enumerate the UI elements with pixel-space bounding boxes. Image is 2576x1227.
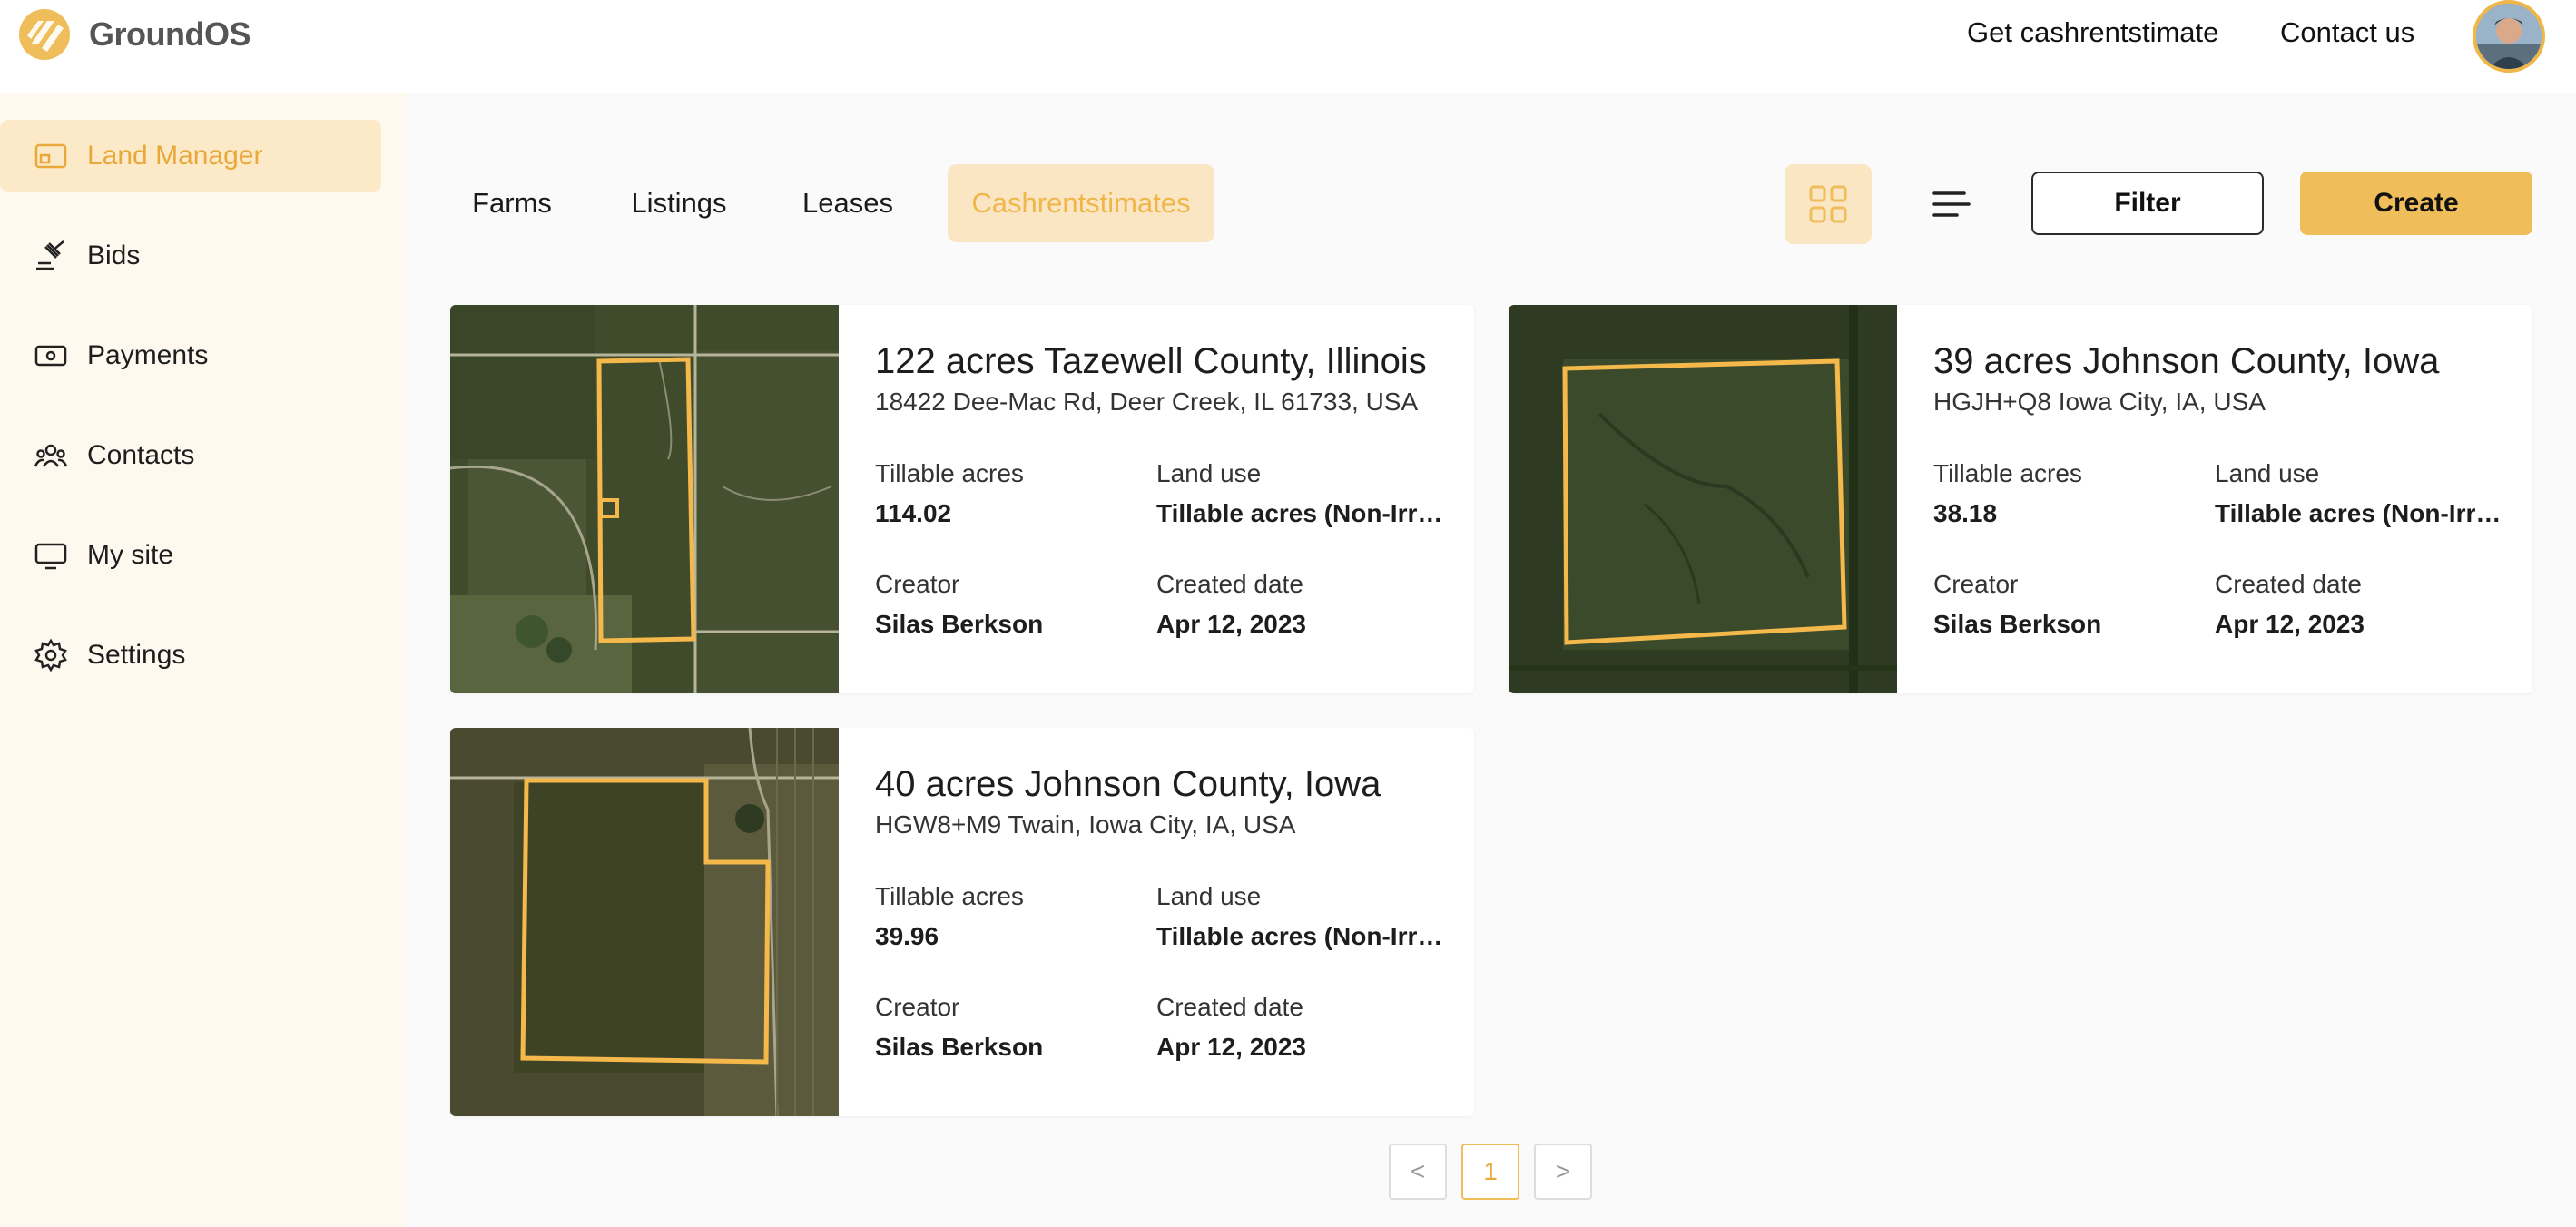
card-address: HGW8+M9 Twain, Iowa City, IA, USA (875, 810, 1296, 839)
cashrentstimate-card[interactable]: 122 acres Tazewell County, Illinois 1842… (450, 305, 1474, 693)
field-value: 39.96 (875, 922, 939, 950)
tillable-acres-field: Tillable acres 39.96 (875, 882, 1165, 951)
field-label: Land use (1156, 459, 1262, 487)
field-value: Apr 12, 2023 (2215, 610, 2365, 638)
land-use-field: Land use Tillable acres (Non-Irrigated) (2215, 459, 2505, 528)
field-label: Created date (1156, 570, 1303, 598)
brand-logo[interactable]: GroundOS (18, 7, 251, 62)
card-title[interactable]: 40 acres Johnson County, Iowa (875, 764, 1456, 805)
field-satellite-image (450, 305, 839, 693)
sidebar-item-land-manager[interactable]: Land Manager (0, 120, 381, 192)
sidebar-item-label: Bids (87, 240, 141, 270)
sidebar-item-label: Contacts (87, 440, 195, 470)
logo-icon (19, 9, 70, 60)
create-button[interactable]: Create (2300, 172, 2532, 235)
pagination-page-1[interactable]: 1 (1461, 1144, 1519, 1200)
field-value: Silas Berkson (1933, 610, 2102, 638)
brand-name: GroundOS (89, 15, 251, 53)
grid-icon (1809, 185, 1847, 223)
sidebar-item-label: Settings (87, 640, 186, 670)
field-value: Apr 12, 2023 (1156, 610, 1306, 638)
land-icon (34, 143, 67, 169)
field-satellite-image (1509, 305, 1897, 693)
field-value: 114.02 (875, 499, 952, 527)
tillable-acres-field: Tillable acres 38.18 (1933, 459, 2224, 528)
field-value: Apr 12, 2023 (1156, 1033, 1306, 1061)
field-satellite-image (450, 728, 839, 1116)
field-label: Created date (2215, 570, 2362, 598)
gavel-icon (36, 240, 64, 270)
field-value: Tillable acres (Non-Irrigated) (1156, 922, 1447, 950)
card-title[interactable]: 39 acres Johnson County, Iowa (1933, 341, 2514, 382)
created-date-field: Created date Apr 12, 2023 (1156, 570, 1447, 639)
field-label: Creator (875, 570, 960, 598)
gear-icon (34, 638, 67, 672)
sidebar-item-settings[interactable]: Settings (0, 619, 381, 692)
top-header: GroundOS Get cashrentstimate Contact us (0, 0, 2576, 93)
land-use-field: Land use Tillable acres (Non-Irrigated) (1156, 882, 1447, 951)
pagination-prev-button[interactable]: < (1389, 1144, 1447, 1200)
cashrentstimate-card[interactable]: 39 acres Johnson County, Iowa HGJH+Q8 Io… (1509, 305, 2532, 693)
creator-field: Creator Silas Berkson (875, 570, 1165, 639)
field-label: Creator (875, 993, 960, 1021)
field-value: Tillable acres (Non-Irrigated) (1156, 499, 1447, 527)
sidebar: Land Manager Bids Payments Contacts My s… (0, 93, 406, 1227)
field-value: Silas Berkson (875, 1033, 1044, 1061)
field-value: 38.18 (1933, 499, 1998, 527)
field-label: Created date (1156, 993, 1303, 1021)
tab-cashrentstimates[interactable]: Cashrentstimates (948, 164, 1214, 242)
monitor-icon (34, 543, 67, 570)
card-address: 18422 Dee-Mac Rd, Deer Creek, IL 61733, … (875, 388, 1419, 416)
field-value: Tillable acres (Non-Irrigated) (2215, 499, 2505, 527)
get-cashrentstimate-link[interactable]: Get cashrentstimate (1967, 16, 2218, 49)
creator-field: Creator Silas Berkson (875, 993, 1165, 1062)
sidebar-item-label: My site (87, 540, 174, 570)
sidebar-item-label: Land Manager (87, 141, 263, 171)
created-date-field: Created date Apr 12, 2023 (1156, 993, 1447, 1062)
user-avatar[interactable] (2473, 0, 2545, 73)
field-label: Land use (1156, 882, 1262, 910)
tab-farms[interactable]: Farms (454, 164, 570, 242)
creator-field: Creator Silas Berkson (1933, 570, 2224, 639)
card-address: HGJH+Q8 Iowa City, IA, USA (1933, 388, 2266, 416)
field-label: Tillable acres (875, 882, 1024, 910)
list-view-button[interactable] (1908, 164, 1995, 244)
sidebar-item-bids[interactable]: Bids (0, 220, 381, 292)
sidebar-item-contacts[interactable]: Contacts (0, 419, 381, 492)
grid-view-button[interactable] (1785, 164, 1872, 244)
tab-listings[interactable]: Listings (614, 164, 744, 242)
filter-button[interactable]: Filter (2031, 172, 2264, 235)
field-label: Tillable acres (1933, 459, 2082, 487)
avatar-photo (2476, 4, 2542, 69)
field-label: Land use (2215, 459, 2320, 487)
tillable-acres-field: Tillable acres 114.02 (875, 459, 1165, 528)
land-use-field: Land use Tillable acres (Non-Irrigated) (1156, 459, 1447, 528)
sidebar-item-my-site[interactable]: My site (0, 519, 381, 592)
sidebar-item-payments[interactable]: Payments (0, 319, 381, 392)
field-label: Creator (1933, 570, 2019, 598)
cashrentstimate-card[interactable]: 40 acres Johnson County, Iowa HGW8+M9 Tw… (450, 728, 1474, 1116)
field-label: Tillable acres (875, 459, 1024, 487)
list-icon (1932, 191, 1971, 217)
created-date-field: Created date Apr 12, 2023 (2215, 570, 2505, 639)
pagination-next-button[interactable]: > (1534, 1144, 1592, 1200)
money-icon (34, 345, 67, 367)
contact-us-link[interactable]: Contact us (2280, 16, 2414, 49)
people-icon (34, 444, 68, 467)
tab-leases[interactable]: Leases (790, 164, 906, 242)
sidebar-item-label: Payments (87, 340, 209, 370)
field-value: Silas Berkson (875, 610, 1044, 638)
card-title[interactable]: 122 acres Tazewell County, Illinois (875, 341, 1456, 382)
